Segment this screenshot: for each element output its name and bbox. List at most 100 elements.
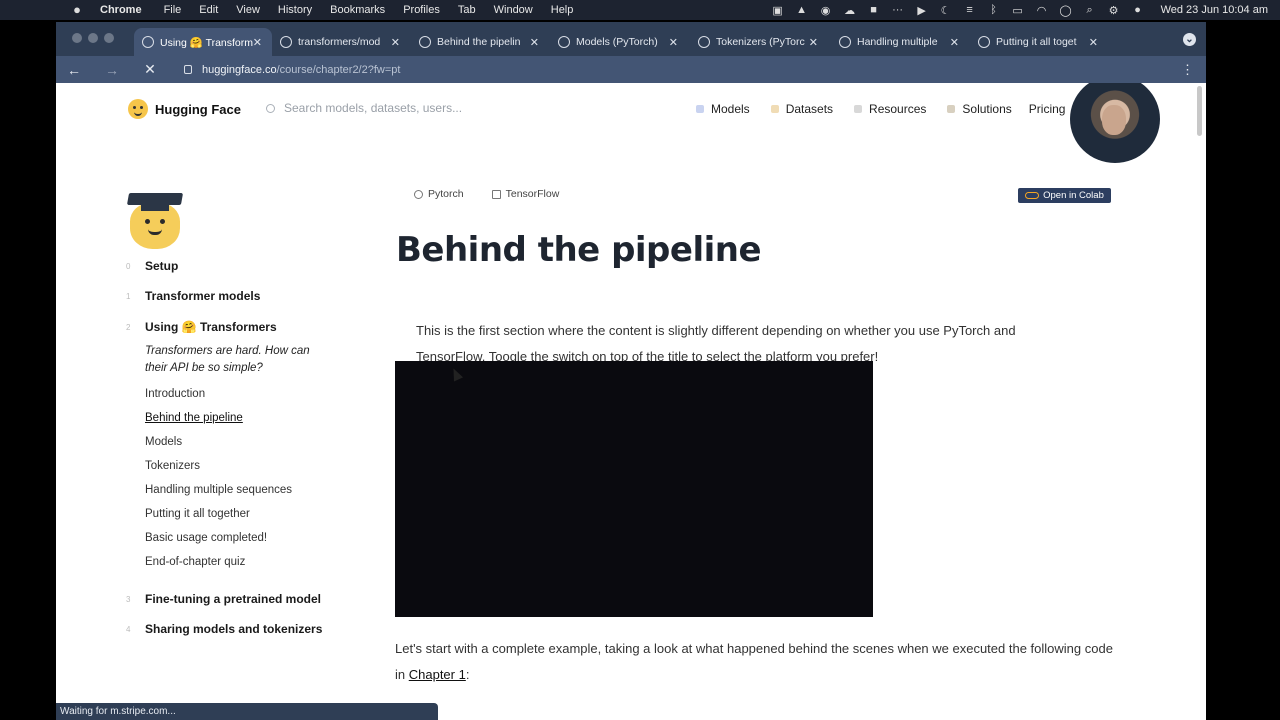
- sidebar-item-introduction[interactable]: Introduction: [145, 388, 205, 400]
- resources-icon: [854, 105, 863, 113]
- tab-label: Using 🤗 Transform: [160, 36, 253, 49]
- open-in-colab-button[interactable]: Open in Colab: [1018, 188, 1111, 203]
- nav-models[interactable]: Models: [696, 102, 750, 116]
- nav-solutions[interactable]: Solutions: [947, 102, 1012, 116]
- menu-app-chrome[interactable]: Chrome: [100, 4, 142, 16]
- tab-using-transformers[interactable]: Using 🤗 Transform ✕: [134, 28, 272, 56]
- screen-share-icon[interactable]: ▣: [771, 4, 785, 17]
- tab-label: Models (PyTorch): [576, 36, 658, 48]
- menu-bookmarks[interactable]: Bookmarks: [330, 4, 385, 16]
- github-icon: [280, 36, 292, 48]
- zoom-window-button[interactable]: [104, 33, 114, 43]
- minimize-window-button[interactable]: [88, 33, 98, 43]
- tensorflow-toggle[interactable]: TensorFlow: [491, 188, 560, 200]
- colab-icon: [1025, 192, 1040, 199]
- menu-tab[interactable]: Tab: [458, 4, 476, 16]
- play-icon[interactable]: ▶: [915, 4, 929, 17]
- menu-history[interactable]: History: [278, 4, 312, 16]
- wifi-icon[interactable]: ◠: [1035, 4, 1049, 17]
- menu-help[interactable]: Help: [551, 4, 574, 16]
- tab-close-icon[interactable]: ✕: [809, 36, 818, 49]
- search-placeholder: Search models, datasets, users...: [284, 101, 463, 115]
- tab-transformers-mod[interactable]: transformers/mod ✕: [272, 28, 410, 56]
- close-window-button[interactable]: [72, 33, 82, 43]
- tab-close-icon[interactable]: ✕: [253, 36, 262, 49]
- sidebar-item-handling-multiple-sequences[interactable]: Handling multiple sequences: [145, 484, 292, 496]
- menubar-clock[interactable]: Wed 23 Jun 10:04 am: [1161, 4, 1268, 16]
- record-icon[interactable]: ◉: [819, 4, 833, 17]
- hf-course-page: Hugging Face Search models, datasets, us…: [56, 83, 1206, 720]
- tab-models-pytorch[interactable]: Models (PyTorch) ✕: [550, 28, 688, 56]
- user-icon[interactable]: ◯: [1059, 4, 1073, 17]
- nav-datasets[interactable]: Datasets: [770, 102, 833, 116]
- browser-menu-icon[interactable]: ⋮: [1181, 62, 1194, 78]
- sidebar-section-fine-tuning[interactable]: 3 Fine-tuning a pretrained model: [126, 592, 321, 606]
- sidebar-section-transformer-models[interactable]: 1 Transformer models: [126, 289, 260, 303]
- sidebar-item-end-of-chapter-quiz[interactable]: End-of-chapter quiz: [145, 556, 245, 568]
- tab-search-icon[interactable]: ⌄: [1183, 33, 1196, 46]
- pytorch-toggle[interactable]: Pytorch: [414, 188, 464, 200]
- nav-pricing[interactable]: Pricing: [1029, 102, 1066, 116]
- stop-loading-icon[interactable]: ✕: [142, 61, 158, 78]
- status-icons: ▣ ▲ ◉ ☁ ■ ··· ▶ ☾ ≡ ᛒ ▭ ◠ ◯ ⌕ ⚙ ● Wed 23…: [771, 0, 1280, 20]
- sidebar-item-behind-the-pipeline[interactable]: Behind the pipeline: [145, 412, 243, 424]
- keyboard-icon[interactable]: ■: [867, 4, 881, 16]
- tab-behind-pipeline[interactable]: Behind the pipelin ✕: [411, 28, 549, 56]
- bluetooth-icon[interactable]: ᛒ: [987, 4, 1001, 16]
- tab-favicon-icon: [978, 36, 990, 48]
- tab-close-icon[interactable]: ✕: [530, 36, 539, 49]
- tab-close-icon[interactable]: ✕: [391, 36, 400, 49]
- page-scrollbar[interactable]: [1197, 86, 1202, 136]
- siri-icon[interactable]: ●: [1131, 4, 1145, 16]
- section-number: 1: [126, 291, 131, 301]
- webcam-overlay-avatar: [1070, 83, 1160, 163]
- mascot-cap-band: [141, 201, 169, 211]
- moon-icon[interactable]: ☾: [939, 4, 953, 17]
- sidebar-item-tokenizers[interactable]: Tokenizers: [145, 460, 200, 472]
- nav-resources[interactable]: Resources: [854, 102, 926, 116]
- hf-search-input[interactable]: Search models, datasets, users...: [266, 101, 462, 115]
- tab-close-icon[interactable]: ✕: [950, 36, 959, 49]
- sidebar-item-basic-usage-completed[interactable]: Basic usage completed!: [145, 532, 267, 544]
- sidebar-section-setup[interactable]: 0 Setup: [126, 259, 178, 273]
- control-center-icon[interactable]: ⚙: [1107, 4, 1121, 17]
- video-embed[interactable]: [395, 361, 873, 617]
- tab-putting-together[interactable]: Putting it all toget ✕: [970, 28, 1108, 56]
- sidebar-section-using-transformers[interactable]: 2 Using 🤗 Transformers: [126, 320, 277, 334]
- address-text[interactable]: huggingface.co/course/chapter2/2?fw=pt: [202, 64, 400, 76]
- more-dots-icon[interactable]: ···: [891, 4, 905, 16]
- hf-logo[interactable]: Hugging Face: [128, 99, 241, 119]
- section-number: 2: [126, 322, 131, 332]
- battery-icon[interactable]: ▭: [1011, 4, 1025, 17]
- spotlight-search-icon[interactable]: ⌕: [1083, 4, 1097, 16]
- menu-view[interactable]: View: [236, 4, 260, 16]
- menu-profiles[interactable]: Profiles: [403, 4, 440, 16]
- menu-edit[interactable]: Edit: [199, 4, 218, 16]
- nav-solutions-label: Solutions: [962, 102, 1012, 116]
- tab-favicon-icon: [142, 36, 154, 48]
- tab-favicon-icon: [419, 36, 431, 48]
- browser-window: Using 🤗 Transform ✕ transformers/mod ✕ B…: [56, 22, 1206, 720]
- stack-icon[interactable]: ≡: [963, 4, 977, 16]
- forward-icon[interactable]: →: [104, 62, 120, 78]
- cloud-upload-icon[interactable]: ☁: [843, 4, 857, 17]
- solutions-icon: [947, 105, 956, 113]
- sidebar-section-sharing-models[interactable]: 4 Sharing models and tokenizers: [126, 622, 322, 636]
- hugging-face-logo-icon: [128, 99, 148, 119]
- tab-label: Tokenizers (PyTorc: [716, 36, 805, 48]
- lock-icon[interactable]: [184, 65, 192, 74]
- sidebar-item-putting-it-all-together[interactable]: Putting it all together: [145, 508, 250, 520]
- menu-window[interactable]: Window: [494, 4, 533, 16]
- tab-close-icon[interactable]: ✕: [669, 36, 678, 49]
- address-bar[interactable]: huggingface.co/course/chapter2/2?fw=pt: [184, 64, 400, 76]
- sidebar-item-models[interactable]: Models: [145, 436, 182, 448]
- chapter-1-link[interactable]: Chapter 1: [409, 667, 466, 682]
- tab-close-icon[interactable]: ✕: [1089, 36, 1098, 49]
- tab-handling-multiple[interactable]: Handling multiple ✕: [831, 28, 969, 56]
- tensorflow-label: TensorFlow: [505, 188, 560, 200]
- tab-tokenizers[interactable]: Tokenizers (PyTorc ✕: [690, 28, 828, 56]
- vlc-icon[interactable]: ▲: [795, 4, 809, 16]
- back-icon[interactable]: ←: [66, 62, 82, 78]
- menu-file[interactable]: File: [164, 4, 182, 16]
- apple-icon[interactable]: ●: [70, 3, 84, 17]
